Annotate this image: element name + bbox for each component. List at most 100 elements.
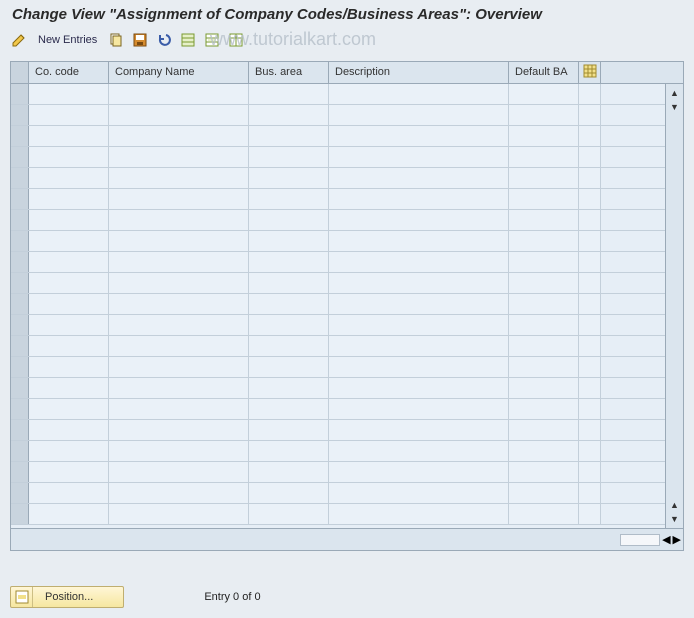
row-selector[interactable] [11, 126, 29, 146]
cell-description[interactable] [329, 84, 509, 104]
cell-bus-area[interactable] [249, 336, 329, 356]
cell-bus-area[interactable] [249, 168, 329, 188]
cell-description[interactable] [329, 336, 509, 356]
cell-bus-area[interactable] [249, 189, 329, 209]
row-selector[interactable] [11, 420, 29, 440]
cell-company-name[interactable] [109, 252, 249, 272]
cell-co-code[interactable] [29, 168, 109, 188]
scroll-left-icon[interactable]: ◀ [662, 533, 670, 546]
cell-default-ba[interactable] [509, 441, 579, 461]
row-selector[interactable] [11, 504, 29, 524]
cell-description[interactable] [329, 168, 509, 188]
cell-company-name[interactable] [109, 105, 249, 125]
cell-company-name[interactable] [109, 231, 249, 251]
cell-description[interactable] [329, 273, 509, 293]
cell-default-ba[interactable] [509, 147, 579, 167]
cell-description[interactable] [329, 315, 509, 335]
table-row[interactable] [11, 168, 683, 189]
cell-default-ba[interactable] [509, 504, 579, 524]
table-row[interactable] [11, 189, 683, 210]
cell-default-ba[interactable] [509, 483, 579, 503]
cell-description[interactable] [329, 147, 509, 167]
cell-company-name[interactable] [109, 441, 249, 461]
table-row[interactable] [11, 420, 683, 441]
table-row[interactable] [11, 357, 683, 378]
cell-company-name[interactable] [109, 504, 249, 524]
table-settings-icon[interactable] [227, 31, 245, 49]
row-selector[interactable] [11, 231, 29, 251]
table-row[interactable] [11, 252, 683, 273]
cell-co-code[interactable] [29, 273, 109, 293]
row-selector[interactable] [11, 336, 29, 356]
cell-default-ba[interactable] [509, 105, 579, 125]
table-row[interactable] [11, 126, 683, 147]
cell-bus-area[interactable] [249, 378, 329, 398]
cell-bus-area[interactable] [249, 84, 329, 104]
cell-co-code[interactable] [29, 504, 109, 524]
cell-default-ba[interactable] [509, 294, 579, 314]
cell-description[interactable] [329, 231, 509, 251]
cell-description[interactable] [329, 189, 509, 209]
cell-company-name[interactable] [109, 483, 249, 503]
cell-company-name[interactable] [109, 168, 249, 188]
cell-co-code[interactable] [29, 357, 109, 377]
cell-bus-area[interactable] [249, 483, 329, 503]
row-selector[interactable] [11, 441, 29, 461]
cell-bus-area[interactable] [249, 252, 329, 272]
cell-description[interactable] [329, 294, 509, 314]
cell-default-ba[interactable] [509, 84, 579, 104]
scroll-down-icon[interactable]: ▼ [668, 512, 682, 526]
cell-default-ba[interactable] [509, 315, 579, 335]
row-selector[interactable] [11, 273, 29, 293]
table-row[interactable] [11, 105, 683, 126]
table-row[interactable] [11, 504, 683, 525]
cell-co-code[interactable] [29, 315, 109, 335]
row-selector[interactable] [11, 462, 29, 482]
table-row[interactable] [11, 294, 683, 315]
table-row[interactable] [11, 84, 683, 105]
cell-default-ba[interactable] [509, 462, 579, 482]
cell-company-name[interactable] [109, 273, 249, 293]
column-default-ba[interactable]: Default BA [509, 62, 579, 83]
cell-bus-area[interactable] [249, 294, 329, 314]
scroll-down-mid-icon[interactable]: ▼ [668, 100, 682, 114]
cell-default-ba[interactable] [509, 420, 579, 440]
cell-default-ba[interactable] [509, 252, 579, 272]
row-selector[interactable] [11, 399, 29, 419]
cell-default-ba[interactable] [509, 126, 579, 146]
cell-description[interactable] [329, 105, 509, 125]
row-selector[interactable] [11, 315, 29, 335]
cell-co-code[interactable] [29, 483, 109, 503]
cell-bus-area[interactable] [249, 462, 329, 482]
row-selector[interactable] [11, 357, 29, 377]
cell-co-code[interactable] [29, 147, 109, 167]
table-row[interactable] [11, 336, 683, 357]
copy-icon[interactable] [107, 31, 125, 49]
cell-company-name[interactable] [109, 336, 249, 356]
row-selector[interactable] [11, 252, 29, 272]
cell-bus-area[interactable] [249, 126, 329, 146]
undo-icon[interactable] [155, 31, 173, 49]
cell-default-ba[interactable] [509, 189, 579, 209]
cell-default-ba[interactable] [509, 210, 579, 230]
cell-company-name[interactable] [109, 315, 249, 335]
table-row[interactable] [11, 210, 683, 231]
cell-company-name[interactable] [109, 126, 249, 146]
row-selector[interactable] [11, 105, 29, 125]
cell-company-name[interactable] [109, 210, 249, 230]
row-selector[interactable] [11, 483, 29, 503]
cell-bus-area[interactable] [249, 357, 329, 377]
cell-company-name[interactable] [109, 462, 249, 482]
cell-description[interactable] [329, 399, 509, 419]
cell-co-code[interactable] [29, 126, 109, 146]
cell-co-code[interactable] [29, 252, 109, 272]
cell-bus-area[interactable] [249, 273, 329, 293]
row-selector[interactable] [11, 147, 29, 167]
cell-company-name[interactable] [109, 399, 249, 419]
hscroll-track[interactable] [620, 534, 660, 546]
cell-default-ba[interactable] [509, 357, 579, 377]
cell-default-ba[interactable] [509, 378, 579, 398]
cell-description[interactable] [329, 378, 509, 398]
table-configure-icon[interactable] [579, 62, 601, 83]
cell-description[interactable] [329, 504, 509, 524]
